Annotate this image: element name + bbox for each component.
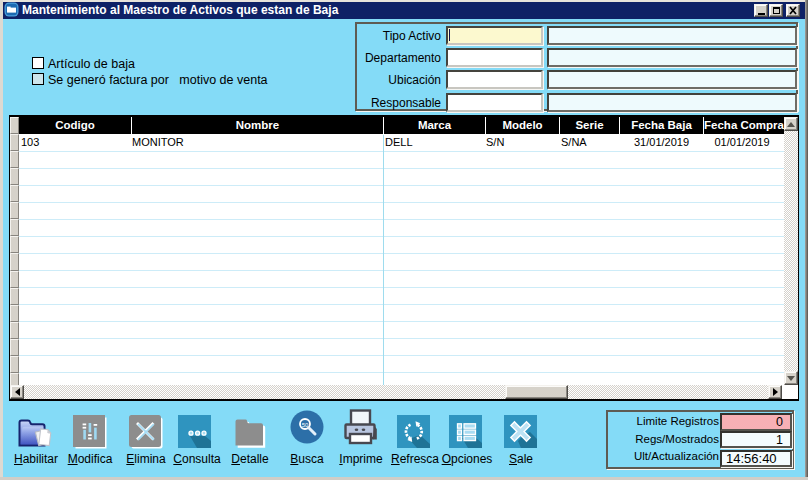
svg-text:50: 50 (302, 422, 309, 428)
